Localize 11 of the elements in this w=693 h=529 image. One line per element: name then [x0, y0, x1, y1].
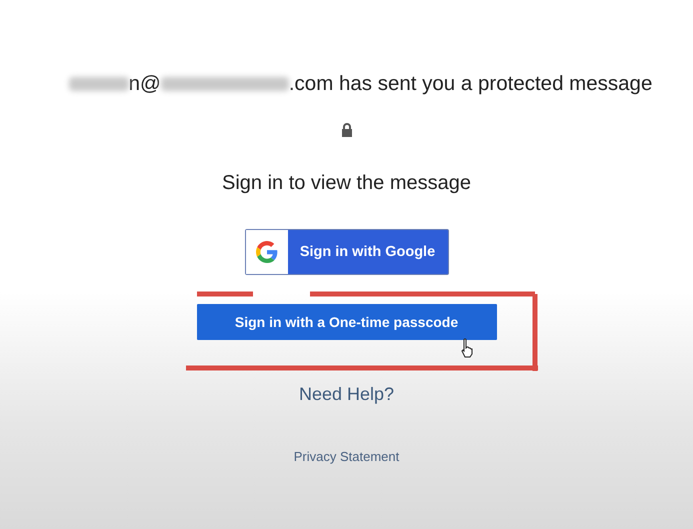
google-logo-icon [256, 241, 278, 263]
help-link[interactable]: Need Help? [298, 384, 394, 405]
privacy-link[interactable]: Privacy Statement [294, 449, 400, 464]
lock-icon [340, 122, 354, 138]
sender-local-part: n@ [128, 72, 161, 96]
hand-cursor-icon [460, 338, 474, 358]
sign-in-prompt: Sign in to view the message [222, 172, 472, 195]
google-sign-in-button[interactable]: Sign in with Google [244, 229, 448, 275]
redacted-text [68, 77, 129, 91]
notice-text: .com has sent you a protected message [288, 72, 652, 96]
passcode-sign-in-button[interactable]: Sign in with a One-time passcode [196, 304, 496, 340]
